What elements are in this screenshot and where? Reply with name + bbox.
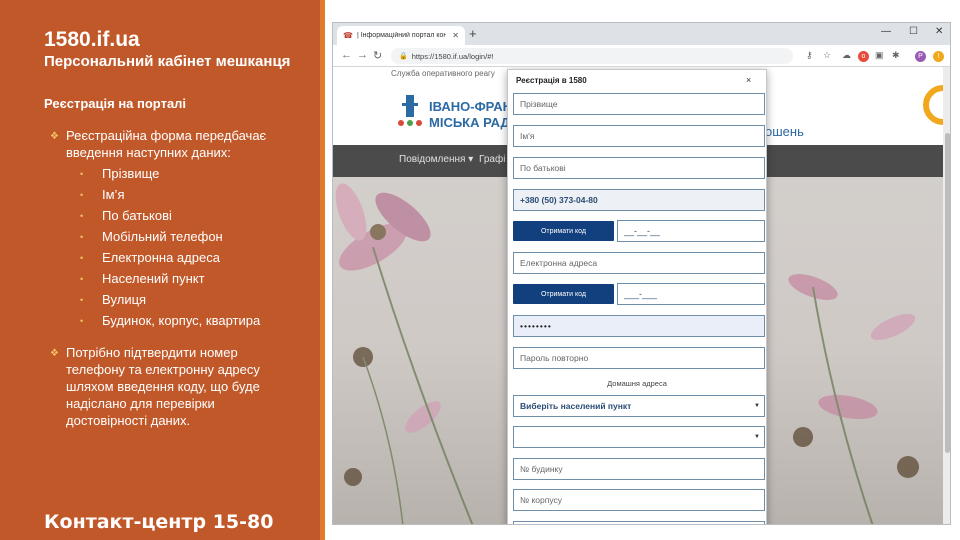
bullet-registration-form: ❖ Реєстраційна форма передбачає введення… bbox=[50, 127, 296, 161]
bullet-text: Реєстраційна форма передбачає введення н… bbox=[66, 128, 267, 160]
house-number-field[interactable]: № будинку bbox=[513, 458, 765, 480]
home-address-label: Домашня адреса bbox=[607, 379, 667, 388]
list-item: • Ім’я bbox=[80, 187, 125, 202]
bullet-icon: • bbox=[80, 231, 84, 242]
forward-icon[interactable]: → bbox=[357, 49, 368, 61]
reload-icon[interactable]: ↻ bbox=[373, 49, 382, 62]
star-icon[interactable]: ☆ bbox=[823, 50, 831, 61]
tab-bar: ☎ | Інформаційний портал контак ✕ + — ☐ … bbox=[333, 23, 950, 45]
list-item: • Вулиця bbox=[80, 292, 147, 307]
diamond-bullet-icon: ❖ bbox=[50, 348, 59, 359]
header-tagline: ошень bbox=[765, 124, 804, 139]
city-logo-icon bbox=[398, 95, 422, 126]
close-icon[interactable]: × bbox=[746, 75, 751, 85]
key-icon[interactable]: ⚷ bbox=[806, 50, 813, 61]
phone-field[interactable]: +380 (50) 373-04-80 bbox=[513, 189, 765, 211]
extension-icon[interactable]: ▣ bbox=[875, 50, 884, 61]
address-toolbar: ← → ↻ 🔒 https://1580.if.ua/login/#! ⚷ ☆ … bbox=[333, 45, 950, 67]
close-window-icon[interactable]: ✕ bbox=[935, 26, 943, 37]
list-item: • Мобільний телефон bbox=[80, 229, 223, 244]
bullet-icon: • bbox=[80, 273, 84, 284]
list-item: • Електронна адреса bbox=[80, 250, 220, 265]
phone-code-field[interactable]: __-__-__ bbox=[617, 220, 765, 242]
patronymic-field[interactable]: По батькові bbox=[513, 157, 765, 179]
required-fields-list: • Прізвище • Ім’я • По батькові • Мобільний … bbox=[80, 163, 260, 331]
section-heading: Реєстрація на порталі bbox=[44, 96, 187, 111]
surname-field[interactable]: Прізвище bbox=[513, 93, 765, 115]
browser-window: ☎ | Інформаційний портал контак ✕ + — ☐ … bbox=[332, 22, 951, 525]
dropdown-caret-icon: ▼ bbox=[754, 434, 760, 440]
name-field[interactable]: Ім'я bbox=[513, 125, 765, 147]
city-name-line2: МІСЬКА РАДА bbox=[429, 115, 520, 130]
tab-title: | Інформаційний портал контак bbox=[356, 32, 447, 39]
list-item: • Прізвище bbox=[80, 166, 160, 181]
nav-schedule[interactable]: Графі bbox=[479, 154, 505, 165]
browser-tab[interactable]: ☎ | Інформаційний портал контак ✕ bbox=[337, 26, 465, 45]
puzzle-icon[interactable]: ✱ bbox=[892, 50, 900, 61]
nav-notifications[interactable]: Повідомлення ▾ bbox=[399, 154, 473, 165]
get-email-code-button[interactable]: Отримати код bbox=[513, 284, 614, 304]
bullet-icon: • bbox=[80, 315, 84, 326]
bullet-verification: ❖ Потрібно підтвердити номер телефону та… bbox=[50, 344, 296, 429]
back-icon[interactable]: ← bbox=[341, 49, 352, 61]
bullet-icon: • bbox=[80, 294, 84, 305]
slide-subtitle: Персональний кабінет мешканця bbox=[44, 53, 291, 70]
get-phone-code-button[interactable]: Отримати код bbox=[513, 221, 614, 241]
bullet-icon: • bbox=[80, 252, 84, 263]
notification-icon[interactable]: ! bbox=[933, 51, 944, 62]
list-item: • По батькові bbox=[80, 208, 172, 223]
email-field[interactable]: Електронна адреса bbox=[513, 252, 765, 274]
maximize-icon[interactable]: ☐ bbox=[909, 26, 918, 37]
close-tab-icon[interactable]: ✕ bbox=[446, 31, 465, 40]
password-repeat-field[interactable]: Пароль повторно bbox=[513, 347, 765, 369]
lock-icon: 🔒 bbox=[399, 53, 408, 60]
bullet-text: Потрібно підтвердити номер телефону та е… bbox=[66, 345, 260, 428]
slide-title: 1580.if.ua bbox=[44, 28, 140, 51]
list-item: • Будинок, корпус, квартира bbox=[80, 313, 261, 328]
diamond-bullet-icon: ❖ bbox=[50, 131, 59, 142]
page-scrollbar[interactable] bbox=[943, 67, 950, 524]
profile-avatar[interactable]: P bbox=[915, 51, 926, 62]
street-select[interactable]: ▼ bbox=[513, 426, 765, 448]
contact-center: Контакт-центр 15-80 bbox=[44, 511, 274, 533]
cloud-icon[interactable]: ☁ bbox=[842, 50, 851, 61]
settlement-select[interactable]: Виберіть населений пункт ▼ bbox=[513, 395, 765, 417]
building-number-field[interactable]: № корпусу bbox=[513, 489, 765, 511]
url-field[interactable]: 🔒 https://1580.if.ua/login/#! bbox=[391, 48, 793, 64]
list-item: • Населений пункт bbox=[80, 271, 205, 286]
email-code-field[interactable]: ___-___ bbox=[617, 283, 765, 305]
phone-favicon-icon: ☎ bbox=[343, 31, 353, 40]
webpage: Служба оперативного реагу ІВАНО-ФРАНК МІ… bbox=[333, 67, 950, 524]
bullet-icon: • bbox=[80, 210, 84, 221]
minimize-icon[interactable]: — bbox=[881, 26, 891, 37]
dropdown-caret-icon: ▼ bbox=[754, 403, 760, 409]
new-tab-button[interactable]: + bbox=[469, 26, 477, 41]
password-field[interactable]: •••••••• bbox=[513, 315, 765, 337]
slide-panel: 1580.if.ua Персональний кабінет мешканця… bbox=[0, 0, 320, 540]
dialog-title: Реєстрація в 1580 bbox=[516, 76, 587, 85]
bullet-icon: • bbox=[80, 189, 84, 200]
registration-dialog: Реєстрація в 1580 × Прізвище Ім'я По бат… bbox=[507, 69, 767, 524]
divider bbox=[320, 0, 325, 540]
scrollbar-thumb[interactable] bbox=[945, 133, 950, 453]
bullet-icon: • bbox=[80, 168, 84, 179]
service-label: Служба оперативного реагу bbox=[391, 69, 495, 78]
apartment-field[interactable] bbox=[513, 521, 765, 524]
opera-icon[interactable]: o bbox=[858, 51, 869, 62]
